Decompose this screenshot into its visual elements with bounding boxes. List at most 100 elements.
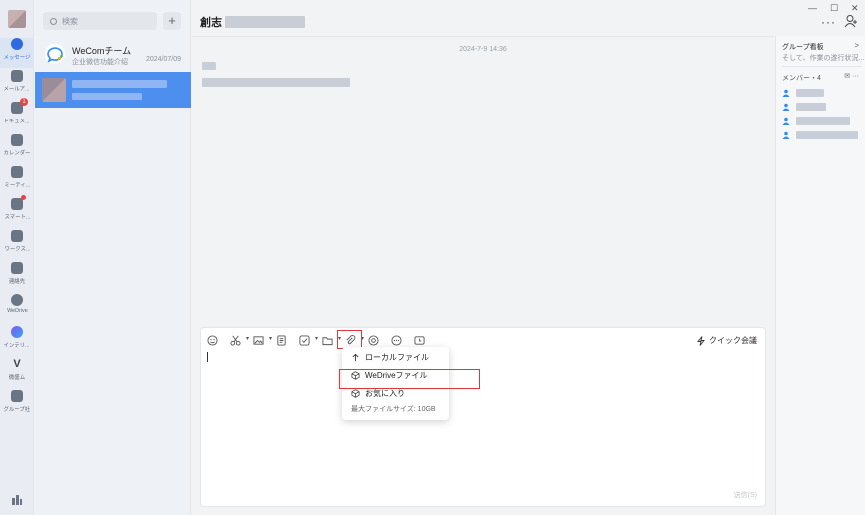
intelligence-icon xyxy=(11,326,23,338)
scissors-icon xyxy=(230,335,241,346)
members-label: メンバー・4 xyxy=(782,75,821,82)
doc-icon xyxy=(277,335,286,346)
search-input[interactable]: 検索 xyxy=(43,12,157,30)
quick-meeting-button[interactable]: クイック会議 xyxy=(696,335,757,346)
emoji-button[interactable] xyxy=(207,335,219,347)
maximize-button[interactable]: ☐ xyxy=(830,3,838,14)
more-tools-button[interactable] xyxy=(391,335,403,347)
redacted-member xyxy=(796,103,826,111)
member-row[interactable] xyxy=(782,87,862,99)
clock-box-icon xyxy=(414,336,425,345)
wedrive-icon xyxy=(11,294,23,306)
conversation-date: 2024/07/09 xyxy=(145,56,181,63)
chat-bubble-icon xyxy=(11,38,23,50)
redacted-sender xyxy=(202,62,216,70)
header-divider xyxy=(192,36,774,37)
member-row[interactable] xyxy=(782,129,862,141)
minimize-button[interactable]: — xyxy=(808,3,817,13)
upload-arrow-icon xyxy=(352,353,359,361)
screenshot-button[interactable] xyxy=(230,335,249,347)
rail-item-group[interactable]: グループ社 xyxy=(0,390,34,420)
chevron-right-icon[interactable]: > xyxy=(854,41,859,50)
conversation-preview: 企业微信功能介绍 xyxy=(72,59,128,66)
group-info-panel: グループ看板 > そして、作業の遂行状況... メンバー・4 ✉ ··· xyxy=(775,36,865,515)
redacted-member xyxy=(796,89,824,97)
max-file-size-note: 最大ファイルサイズ: 10GB xyxy=(351,406,436,413)
close-button[interactable]: ✕ xyxy=(851,3,859,14)
person-icon xyxy=(782,103,790,111)
member-tools-icons[interactable]: ✉ ··· xyxy=(844,72,859,80)
redacted-member xyxy=(796,117,850,125)
file-button[interactable] xyxy=(322,335,341,347)
person-icon xyxy=(782,117,790,125)
redacted-title xyxy=(225,16,305,28)
text-cursor xyxy=(207,352,208,362)
emoji-icon xyxy=(207,335,218,346)
member-row[interactable] xyxy=(782,115,862,127)
image-icon xyxy=(253,336,264,345)
redacted-message xyxy=(202,78,350,87)
menu-item-local-file[interactable]: ローカルファイル xyxy=(342,348,449,366)
rail-item-intelligence[interactable]: インテリ... xyxy=(0,326,34,356)
rail-item-workspace[interactable]: ワークス... xyxy=(0,230,34,260)
add-button[interactable]: + xyxy=(163,12,181,30)
highlight-wedrive-item xyxy=(339,369,480,389)
rail-item-smart[interactable]: スマート... xyxy=(0,195,34,228)
left-nav-rail: メッセージ メールア... 1 ドキュメ... カレンダー ミーティ... スマ… xyxy=(0,0,34,515)
send-button[interactable]: 送信(S) xyxy=(734,490,757,500)
member-row[interactable] xyxy=(782,101,862,113)
rail-item-v-app[interactable]: V 微盛ム xyxy=(0,358,34,388)
folder-icon xyxy=(322,337,333,346)
message-timestamp: 2024-7-9 14:36 xyxy=(459,46,507,53)
search-icon xyxy=(50,17,57,25)
rail-item-wedrive[interactable]: WeDrive xyxy=(0,294,34,324)
redacted-name xyxy=(72,80,167,88)
message-editor[interactable]: クイック会議 送信(S) xyxy=(200,327,766,507)
smart-icon xyxy=(11,195,26,210)
user-avatar[interactable] xyxy=(8,10,26,28)
calendar-icon xyxy=(11,134,23,146)
add-member-icon[interactable] xyxy=(844,14,858,28)
lightning-icon xyxy=(697,335,705,346)
checkbox-icon xyxy=(299,335,310,346)
redacted-member xyxy=(796,131,858,139)
mail-icon xyxy=(11,70,23,82)
mention-button[interactable] xyxy=(368,335,380,347)
group-board-title[interactable]: グループ看板 xyxy=(782,42,824,52)
rail-item-contacts[interactable]: 連絡先 xyxy=(0,262,34,292)
group-board-subtitle: そして、作業の遂行状況... xyxy=(782,55,865,62)
rail-item-documents[interactable]: 1 ドキュメ... xyxy=(0,98,34,132)
conversation-item-selected[interactable] xyxy=(35,72,191,108)
ellipsis-circle-icon xyxy=(391,335,402,346)
workspace-grid-icon xyxy=(11,230,23,242)
panel-divider xyxy=(782,66,862,67)
person-icon xyxy=(782,89,790,97)
editor-toolbar xyxy=(207,334,437,348)
chat-title: 創志 xyxy=(200,14,305,30)
doc-button[interactable] xyxy=(276,335,288,347)
wecom-logo-icon xyxy=(45,44,65,64)
group-avatar xyxy=(42,78,66,102)
rail-item-calendar[interactable]: カレンダー xyxy=(0,134,34,164)
meeting-icon xyxy=(11,166,23,178)
contacts-icon xyxy=(11,262,23,274)
rail-item-mail[interactable]: メールア... xyxy=(0,70,34,100)
conversation-item[interactable]: WeComチーム 企业微信功能介绍 2024/07/09 xyxy=(35,38,191,72)
at-sign-icon xyxy=(368,335,379,346)
notification-dot xyxy=(21,195,26,200)
image-button[interactable] xyxy=(253,335,272,347)
person-admin-icon xyxy=(782,131,790,139)
unread-badge: 1 xyxy=(20,98,28,106)
settings-bars-icon[interactable] xyxy=(11,493,23,505)
schedule-button[interactable] xyxy=(414,335,426,347)
conversation-list: 検索 + WeComチーム 企业微信功能介绍 2024/07/09 xyxy=(35,0,191,515)
rail-item-messages[interactable]: メッセージ xyxy=(0,38,34,68)
v-logo-icon: V xyxy=(13,358,21,370)
rail-item-meeting[interactable]: ミーティ... xyxy=(0,166,34,196)
favorite-cube-icon xyxy=(351,388,360,398)
more-options-button[interactable]: ··· xyxy=(821,15,836,29)
chat-area: 創志 2024-7-9 14:36 クイック会議 送信(S) xyxy=(192,0,774,515)
conversation-name: WeComチーム xyxy=(72,46,132,56)
document-icon: 1 xyxy=(11,98,28,114)
todo-button[interactable] xyxy=(299,335,318,347)
